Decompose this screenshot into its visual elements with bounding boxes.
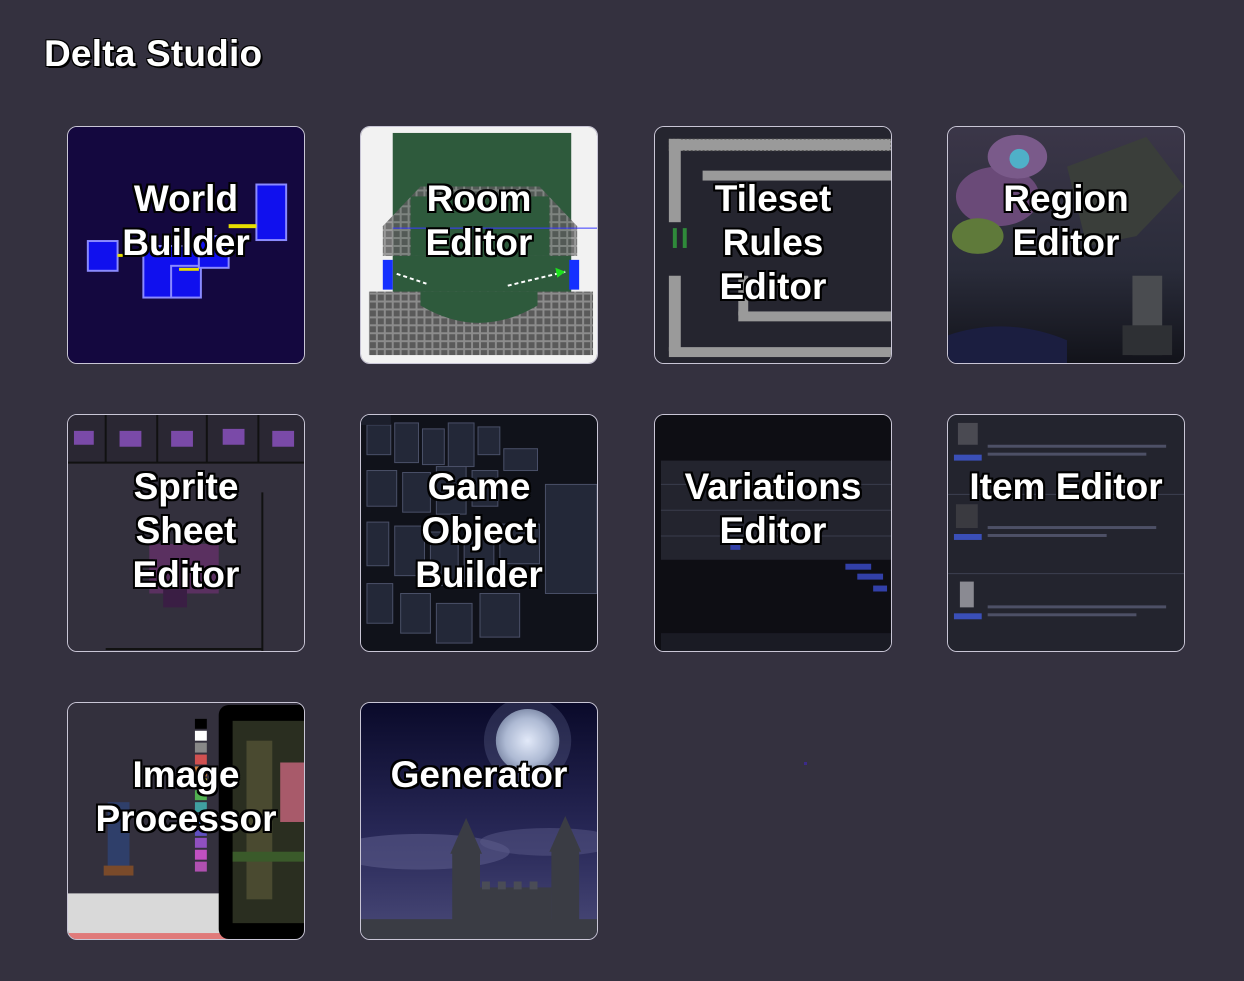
tool-tile-world-builder[interactable]: World Builder <box>67 126 305 364</box>
tool-label: Room Editor <box>425 178 533 263</box>
tool-tile-variations-editor[interactable]: Variations Editor <box>654 414 892 652</box>
tool-label: Generator <box>390 754 568 795</box>
tool-label: Sprite Sheet Editor <box>132 466 240 595</box>
tool-label: Item Editor <box>969 466 1163 507</box>
tool-label: Region Editor <box>1003 178 1129 263</box>
tool-label: Tileset Rules Editor <box>714 178 832 307</box>
tool-tile-image-processor[interactable]: Image Processor <box>67 702 305 940</box>
tool-label: World Builder <box>122 178 250 263</box>
tool-label: Variations Editor <box>684 466 862 551</box>
tool-tile-item-editor[interactable]: Item Editor <box>947 414 1185 652</box>
tool-label: Game Object Builder <box>415 466 543 595</box>
tool-tile-generator[interactable]: Generator <box>360 702 598 940</box>
tool-tile-region-editor[interactable]: Region Editor <box>947 126 1185 364</box>
item-editor-thumbnail <box>948 415 1184 651</box>
generator-thumbnail <box>361 703 597 939</box>
tool-tile-sprite-sheet-editor[interactable]: Sprite Sheet Editor <box>67 414 305 652</box>
stray-dot <box>804 762 807 765</box>
tool-tile-game-object-builder[interactable]: Game Object Builder <box>360 414 598 652</box>
tool-tile-room-editor[interactable]: Room Editor <box>360 126 598 364</box>
tool-tile-tileset-rules-editor[interactable]: Tileset Rules Editor <box>654 126 892 364</box>
tool-label: Image Processor <box>95 754 277 839</box>
app-title: Delta Studio <box>44 33 263 74</box>
